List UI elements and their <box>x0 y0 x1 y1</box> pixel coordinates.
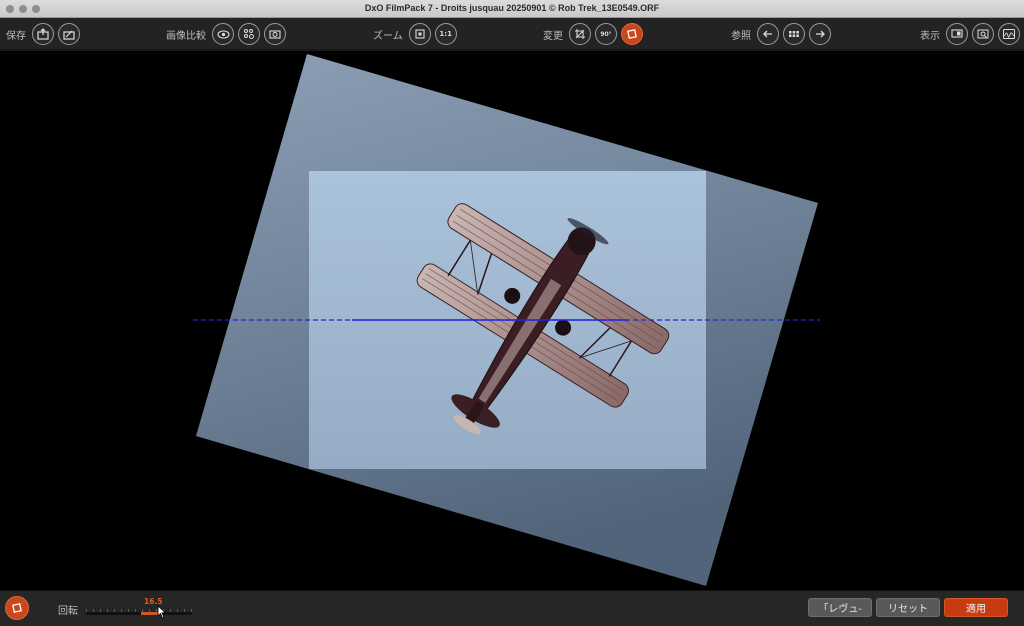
straighten-tool-icon[interactable] <box>5 596 29 620</box>
eye-icon[interactable] <box>212 23 234 45</box>
display-group: 表示 <box>920 22 1020 46</box>
fullscreen-icon[interactable] <box>946 23 968 45</box>
zoom-one-to-one-button[interactable]: 1:1 <box>434 23 457 45</box>
display-label: 表示 <box>920 30 940 42</box>
image-canvas[interactable] <box>0 51 1024 590</box>
preview-button[interactable]: 「レヴュ- <box>808 598 872 617</box>
grid-view-icon[interactable] <box>783 23 805 45</box>
transform-group: 変更 90° <box>543 22 643 46</box>
export-icon[interactable] <box>32 23 54 45</box>
loupe-icon[interactable] <box>972 23 994 45</box>
rotate-90-label: 90° <box>600 30 612 38</box>
side-by-side-icon[interactable] <box>264 23 286 45</box>
rotation-slider[interactable]: 16.5 <box>86 597 194 621</box>
apply-button[interactable]: 適用 <box>944 598 1008 617</box>
preview-image <box>193 54 820 586</box>
straighten-panel: 回転 16.5 「レヴュ- リセット 適用 <box>0 590 1024 626</box>
zoom-label: ズーム <box>373 30 403 42</box>
reset-button[interactable]: リセット <box>876 598 940 617</box>
next-image-icon[interactable] <box>809 23 831 45</box>
straighten-icon[interactable] <box>621 23 643 45</box>
transform-label: 変更 <box>543 30 563 42</box>
save-group: 保存 <box>6 22 80 46</box>
fit-screen-icon[interactable] <box>408 23 431 45</box>
rotate-90-button[interactable]: 90° <box>595 23 617 45</box>
window-title: DxO FilmPack 7 - Droits jusquau 20250901… <box>364 3 660 13</box>
browse-label: 参照 <box>731 30 751 42</box>
mouse-cursor-icon <box>157 605 167 619</box>
zoom-one-to-one-label: 1:1 <box>439 30 452 38</box>
histogram-icon[interactable] <box>998 23 1020 45</box>
browse-group: 参照 <box>731 22 831 46</box>
rotation-label: 回転 <box>58 606 78 617</box>
rotation-slider-track <box>86 612 192 615</box>
compare-group: 画像比較 <box>166 22 286 46</box>
zoom-group: ズーム 1:1 <box>373 22 457 46</box>
crop-icon[interactable] <box>569 23 591 45</box>
split-compare-icon[interactable] <box>238 23 260 45</box>
toolbar: 保存 画像比較 ズーム 1:1 変更 90° 参照 表示 <box>0 18 1024 50</box>
compare-label: 画像比較 <box>166 30 206 42</box>
previous-image-icon[interactable] <box>757 23 779 45</box>
save-label: 保存 <box>6 30 26 42</box>
export-edit-icon[interactable] <box>58 23 80 45</box>
title-bar: DxO FilmPack 7 - Droits jusquau 20250901… <box>0 0 1024 18</box>
